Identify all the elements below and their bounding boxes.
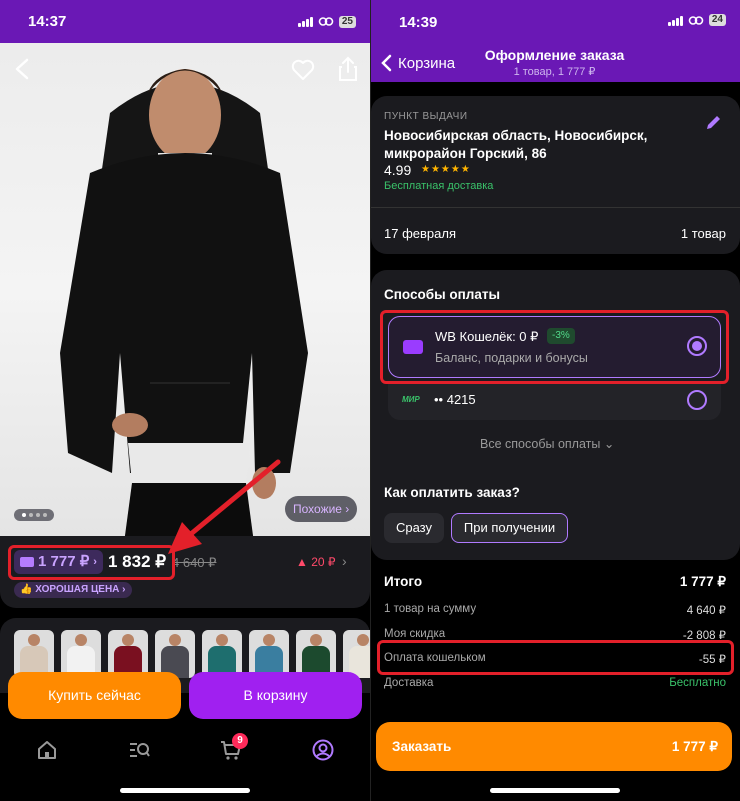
pay-now-option[interactable]: Сразу [384,513,444,543]
home-icon[interactable] [36,739,58,761]
link-icon [318,17,334,26]
variant-thumbnail[interactable] [202,630,242,678]
catalog-search-icon[interactable] [128,739,150,761]
all-payment-methods-link[interactable]: Все способы оплаты ⌄ [480,436,614,451]
mir-card-logo: МИР [402,395,420,404]
pickup-address: Новосибирская область, Новосибирск, микр… [384,128,648,161]
home-indicator [120,788,250,793]
summary-title: Итого [384,574,423,589]
price-details-chevron[interactable]: › [342,553,347,569]
home-indicator [490,788,620,793]
variant-thumbnail[interactable] [296,630,336,678]
page-subtitle: 1 товар, 1 777 ₽ [513,66,596,78]
price-change: ▲ 20 ₽ [296,555,336,569]
status-time: 14:37 [28,13,67,30]
highlight-annotation [8,545,175,580]
delivery-cost: Бесплатная доставка [384,180,494,192]
variant-thumbnail[interactable] [61,630,101,678]
place-order-price: 1 777 ₽ [671,739,718,754]
heart-icon[interactable] [291,58,315,82]
edit-pencil-icon[interactable] [704,114,722,132]
buy-now-button[interactable]: Купить сейчас [8,672,181,719]
good-price-badge[interactable]: 👍 ХОРОШАЯ ЦЕНА › [14,582,132,598]
variant-thumbnail[interactable] [108,630,148,678]
carousel-indicator [14,509,54,521]
highlight-annotation [377,640,734,675]
pickup-label: ПУНКТ ВЫДАЧИ [384,111,468,122]
battery-icon: 25 [338,15,356,28]
add-to-cart-button[interactable]: В корзину [189,672,362,719]
back-to-cart-button[interactable]: Корзина [380,54,455,72]
share-icon[interactable] [337,56,359,82]
delivery-date: 17 февраля [384,226,456,241]
summary-row-label: Доставка [384,677,434,689]
summary-row-label: 1 товар на сумму [384,603,477,615]
signal-icon [667,15,683,26]
variant-thumbnail[interactable] [14,630,54,678]
variant-thumbnail[interactable] [249,630,289,678]
pay-on-receipt-option[interactable]: При получении [451,513,568,543]
status-bar: 14:37 25 [0,0,370,43]
place-order-label: Заказать [392,739,452,754]
back-arrow-icon[interactable] [12,58,34,80]
summary-total: 1 777 ₽ [679,574,726,589]
back-label: Корзина [398,54,456,72]
items-count: 1 товар [680,226,726,241]
page-title: Оформление заказа [484,47,625,63]
status-time: 14:39 [399,14,438,31]
summary-row-value: Бесплатно [669,677,726,689]
card-radio[interactable] [687,390,707,410]
signal-icon [297,16,313,27]
payment-methods-title: Способы оплаты [384,287,500,302]
battery-icon: 24 [708,14,726,26]
how-to-pay-title: Как оплатить заказ? [384,485,520,500]
profile-icon[interactable] [312,739,334,761]
rating-stars: ★★★★★ [421,164,471,175]
annotation-arrow [168,459,281,554]
highlight-annotation [380,310,729,384]
similar-button[interactable]: Похожие › [285,496,358,522]
card-number: •• 4215 [434,392,476,407]
cart-count-badge: 9 [232,733,248,749]
pickup-rating: 4.99 [384,162,412,178]
chevron-left-icon [381,54,392,72]
variant-thumbnail[interactable] [155,630,195,678]
link-icon [688,15,704,25]
summary-row-label: Моя скидка [384,628,446,640]
summary-row-value: 4 640 ₽ [686,605,726,617]
